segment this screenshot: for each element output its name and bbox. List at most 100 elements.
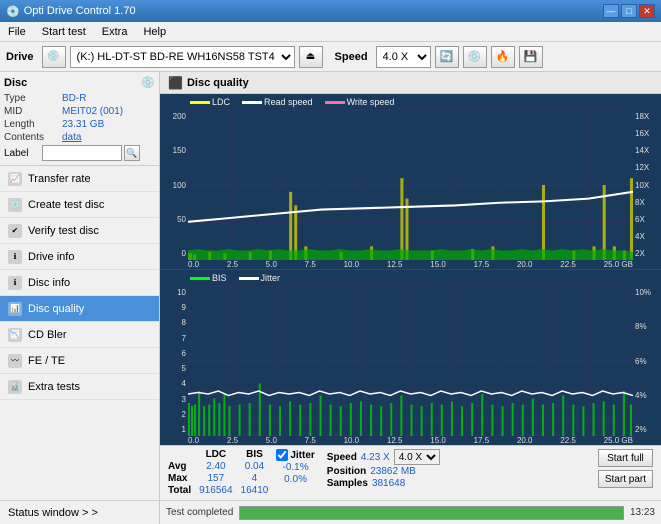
menu-start-test[interactable]: Start test — [38, 25, 90, 39]
sidebar-item-disc-info[interactable]: ℹ Disc info — [0, 270, 159, 296]
sidebar-item-disc-quality[interactable]: 📊 Disc quality — [0, 296, 159, 322]
speed-stat-select[interactable]: 4.0 X — [394, 449, 440, 465]
speed-select[interactable]: 4.0 X 8.0 X 16.0 X — [376, 46, 431, 68]
speed-label: Speed — [335, 51, 368, 63]
top-chart-y-axis-left: 200 150 100 50 0 — [160, 110, 188, 260]
drive-info-icon: ℹ — [8, 250, 22, 264]
bis-avg: 0.04 — [245, 461, 264, 472]
burn-button[interactable]: 🔥 — [491, 46, 515, 68]
verify-test-disc-icon: ✔ — [8, 224, 22, 238]
sidebar-item-fe-te[interactable]: 〰 FE / TE — [0, 348, 159, 374]
contents-value[interactable]: data — [62, 132, 155, 143]
contents-label: Contents — [4, 132, 62, 143]
legend-bis: BIS — [190, 273, 227, 283]
cd-bler-icon: 📉 — [8, 328, 22, 342]
bottom-chart-x-axis: 0.0 2.5 5.0 7.5 10.0 12.5 15.0 17.5 20.0… — [160, 436, 661, 445]
sidebar-item-cd-bler[interactable]: 📉 CD Bler — [0, 322, 159, 348]
disc-button[interactable]: 💿 — [463, 46, 487, 68]
start-full-button[interactable]: Start full — [598, 449, 653, 467]
length-value: 23.31 GB — [62, 119, 155, 130]
titlebar-controls: — □ ✕ — [603, 4, 655, 18]
sidebar-label-extra-tests: Extra tests — [28, 381, 80, 393]
label-label: Label — [4, 148, 42, 159]
sidebar-label-status-window: Status window > > — [8, 507, 98, 519]
bottom-chart-y-axis-right: 10% 8% 6% 4% 2% — [633, 286, 661, 436]
sidebar-item-status-window[interactable]: Status window > > — [0, 500, 159, 524]
drive-toolbar: Drive 💿 (K:) HL-DT-ST BD-RE WH16NS58 TST… — [0, 42, 661, 72]
menu-help[interactable]: Help — [139, 25, 170, 39]
max-label: Max — [168, 473, 191, 484]
progress-bar — [239, 506, 624, 520]
content-header: ⬛ Disc quality — [160, 72, 661, 94]
sidebar: Disc 💿 Type BD-R MID MEIT02 (001) Length… — [0, 72, 160, 524]
eject-button[interactable]: ⏏ — [299, 46, 323, 68]
legend-ldc: LDC — [190, 97, 230, 107]
sidebar-item-create-test-disc[interactable]: 💿 Create test disc — [0, 192, 159, 218]
avg-label: Avg — [168, 461, 191, 472]
top-chart-legend: LDC Read speed Write speed — [160, 94, 661, 110]
type-value: BD-R — [62, 93, 155, 104]
ldc-header: LDC — [206, 449, 227, 460]
sidebar-label-disc-info: Disc info — [28, 277, 70, 289]
sidebar-label-fe-te: FE / TE — [28, 355, 65, 367]
status-bar: Test completed 13:23 — [160, 500, 661, 524]
start-part-button[interactable]: Start part — [598, 470, 653, 488]
legend-jitter: Jitter — [239, 273, 281, 283]
maximize-button[interactable]: □ — [621, 4, 637, 18]
sidebar-label-drive-info: Drive info — [28, 251, 74, 263]
transfer-rate-icon: 📈 — [8, 172, 22, 186]
menu-extra[interactable]: Extra — [98, 25, 132, 39]
app-icon: 💿 — [6, 5, 20, 18]
progress-bar-fill — [240, 507, 623, 519]
sidebar-item-drive-info[interactable]: ℹ Drive info — [0, 244, 159, 270]
time-display: 13:23 — [630, 507, 655, 518]
drive-icon-button[interactable]: 💿 — [42, 46, 66, 68]
app-title: Opti Drive Control 1.70 — [24, 5, 136, 17]
save-button[interactable]: 💾 — [519, 46, 543, 68]
refresh-button[interactable]: 🔄 — [435, 46, 459, 68]
bottom-chart-y-axis-left: 10 9 8 7 6 5 4 3 2 1 — [160, 286, 188, 436]
mid-label: MID — [4, 106, 62, 117]
jitter-total — [294, 486, 297, 497]
close-button[interactable]: ✕ — [639, 4, 655, 18]
sidebar-label-create-test-disc: Create test disc — [28, 199, 104, 211]
bis-total: 16410 — [241, 485, 269, 496]
drive-label: Drive — [6, 51, 34, 63]
disc-info-icon: ℹ — [8, 276, 22, 290]
disc-icon: 💿 — [141, 76, 155, 89]
ldc-avg: 2.40 — [206, 461, 225, 472]
create-test-disc-icon: 💿 — [8, 198, 22, 212]
minimize-button[interactable]: — — [603, 4, 619, 18]
label-icon-button[interactable]: 🔍 — [124, 145, 140, 161]
label-input[interactable] — [42, 145, 122, 161]
jitter-avg: -0.1% — [283, 462, 309, 473]
drive-select[interactable]: (K:) HL-DT-ST BD-RE WH16NS58 TST4 — [70, 46, 295, 68]
sidebar-item-transfer-rate[interactable]: 📈 Transfer rate — [0, 166, 159, 192]
content-area: ⬛ Disc quality LDC Read speed — [160, 72, 661, 524]
speed-stat-value: 4.23 X — [361, 452, 390, 463]
disc-panel: Disc 💿 Type BD-R MID MEIT02 (001) Length… — [0, 72, 159, 166]
ldc-total: 916564 — [199, 485, 232, 496]
sidebar-label-transfer-rate: Transfer rate — [28, 173, 91, 185]
length-label: Length — [4, 119, 62, 130]
speed-stat-label: Speed — [327, 452, 357, 463]
samples-value: 381648 — [372, 478, 405, 489]
menu-file[interactable]: File — [4, 25, 30, 39]
titlebar-title: 💿 Opti Drive Control 1.70 — [6, 5, 136, 18]
disc-quality-icon: 📊 — [8, 302, 22, 316]
jitter-checkbox[interactable] — [276, 449, 288, 461]
bis-max: 4 — [252, 473, 258, 484]
sidebar-label-cd-bler: CD Bler — [28, 329, 67, 341]
fe-te-icon: 〰 — [8, 354, 22, 368]
sidebar-item-extra-tests[interactable]: 🔬 Extra tests — [0, 374, 159, 400]
mid-value: MEIT02 (001) — [62, 106, 155, 117]
content-title: Disc quality — [187, 77, 249, 89]
extra-tests-icon: 🔬 — [8, 380, 22, 394]
legend-read-speed: Read speed — [242, 97, 313, 107]
disc-title: Disc — [4, 77, 27, 89]
menubar: File Start test Extra Help — [0, 22, 661, 42]
stats-bar: Avg Max Total LDC 2.40 157 916564 BIS 0.… — [160, 445, 661, 500]
titlebar: 💿 Opti Drive Control 1.70 — □ ✕ — [0, 0, 661, 22]
sidebar-item-verify-test-disc[interactable]: ✔ Verify test disc — [0, 218, 159, 244]
status-text: Test completed — [166, 507, 233, 518]
